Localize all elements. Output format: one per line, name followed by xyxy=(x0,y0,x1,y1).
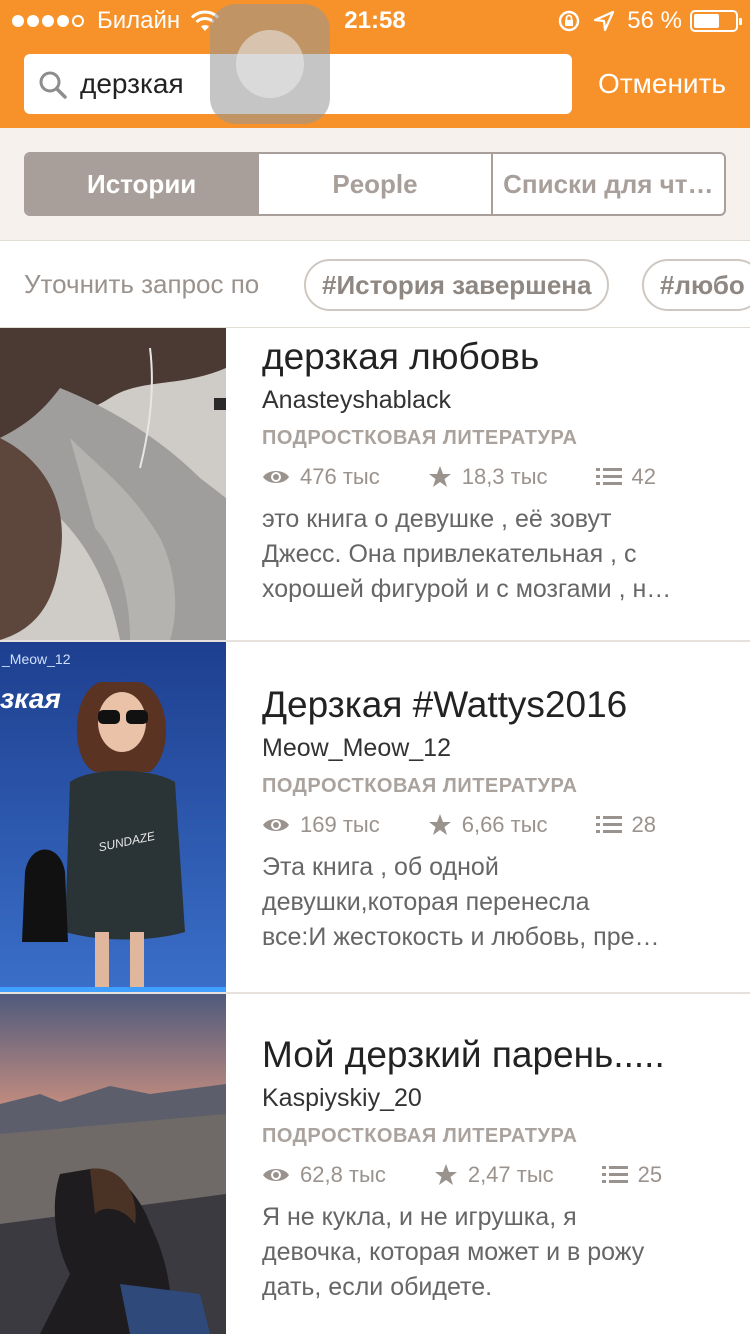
assistive-touch-button[interactable] xyxy=(210,4,330,124)
story-author[interactable]: Kaspiyskiy_20 xyxy=(262,1084,732,1113)
story-info: дерзкая любовь Anasteyshablack ПОДРОСТКО… xyxy=(262,336,732,607)
tag-chip-completed[interactable]: #История завершена xyxy=(304,259,610,311)
lock-rotation-icon xyxy=(559,10,580,32)
eye-icon xyxy=(263,819,289,831)
reads-count: 62,8 тыс xyxy=(300,1162,386,1187)
star-icon xyxy=(428,814,451,835)
reads-count: 476 тыс xyxy=(300,464,380,489)
story-description: это книга о девушке , её зовут Джесс. Он… xyxy=(262,505,672,603)
votes-count: 6,66 тыс xyxy=(461,812,548,837)
tag-chip-love[interactable]: #любо xyxy=(642,259,750,311)
parts-count: 42 xyxy=(631,464,657,489)
list-icon xyxy=(601,1166,628,1183)
header-bar: Билайн 21:58 56 % Отме xyxy=(0,0,750,128)
story-genre: ПОДРОСТКОВАЯ ЛИТЕРАТУРА xyxy=(262,1125,578,1147)
star-icon xyxy=(428,466,451,487)
story-item[interactable]: _Meow_12 зкая SUNDAZE Дерзкая #Wattys201… xyxy=(0,642,750,994)
tab-people[interactable]: People xyxy=(257,154,490,214)
reads-count: 169 тыс xyxy=(300,812,380,837)
story-stats: 62,8 тыс 2,47 тыс 25 xyxy=(262,1162,732,1188)
tab-stories[interactable]: Истории xyxy=(26,154,258,214)
battery-percent: 56 % xyxy=(627,7,682,34)
cover-watermark: _Meow_12 xyxy=(1,651,71,667)
segmented-control: Истории People Списки для чт… xyxy=(24,152,726,216)
location-arrow-icon xyxy=(594,10,615,32)
story-cover xyxy=(0,328,226,640)
story-item[interactable]: дерзкая любовь Anasteyshablack ПОДРОСТКО… xyxy=(0,328,750,642)
tab-reading-lists[interactable]: Списки для чт… xyxy=(490,154,724,214)
search-icon xyxy=(39,71,67,99)
votes-count: 2,47 тыс xyxy=(467,1162,554,1187)
story-stats: 476 тыс 18,3 тыс 42 xyxy=(262,464,732,490)
story-title[interactable]: дерзкая любовь xyxy=(262,336,732,378)
refine-label: Уточнить запрос по xyxy=(24,269,260,299)
story-cover xyxy=(0,994,226,1334)
story-info: Дерзкая #Wattys2016 Meow_Meow_12 ПОДРОСТ… xyxy=(262,684,732,955)
story-genre: ПОДРОСТКОВАЯ ЛИТЕРАТУРА xyxy=(262,427,578,449)
cancel-button[interactable]: Отменить xyxy=(598,68,726,100)
eye-icon xyxy=(263,471,289,483)
story-author[interactable]: Anasteyshablack xyxy=(262,386,732,415)
story-title[interactable]: Мой дерзкий парень..... xyxy=(262,1034,732,1076)
eye-icon xyxy=(263,1169,289,1181)
story-cover: _Meow_12 зкая SUNDAZE xyxy=(0,642,226,992)
cover-title-text: зкая xyxy=(0,683,61,714)
story-stats: 169 тыс 6,66 тыс 28 xyxy=(262,812,732,838)
story-item[interactable]: Мой дерзкий парень..... Kaspiyskiy_20 ПО… xyxy=(0,994,750,1334)
story-description: Эта книга , об одной девушки,которая пер… xyxy=(262,853,660,951)
story-genre: ПОДРОСТКОВАЯ ЛИТЕРАТУРА xyxy=(262,775,578,797)
battery-icon xyxy=(690,10,742,32)
story-title[interactable]: Дерзкая #Wattys2016 xyxy=(262,684,732,726)
status-bar: Билайн 21:58 56 % xyxy=(0,0,750,40)
story-info: Мой дерзкий парень..... Kaspiyskiy_20 ПО… xyxy=(262,1034,732,1305)
star-icon xyxy=(434,1164,457,1185)
list-icon xyxy=(595,468,622,485)
story-description: Я не кукла, и не игрушка, я девочка, кот… xyxy=(262,1203,645,1301)
parts-count: 25 xyxy=(637,1162,663,1187)
story-author[interactable]: Meow_Meow_12 xyxy=(262,734,732,763)
list-icon xyxy=(595,816,622,833)
votes-count: 18,3 тыс xyxy=(461,464,548,489)
refine-row: Уточнить запрос по #История завершена #л… xyxy=(0,240,750,328)
filter-tabs-area: Истории People Списки для чт… xyxy=(0,128,750,240)
parts-count: 28 xyxy=(631,812,657,837)
